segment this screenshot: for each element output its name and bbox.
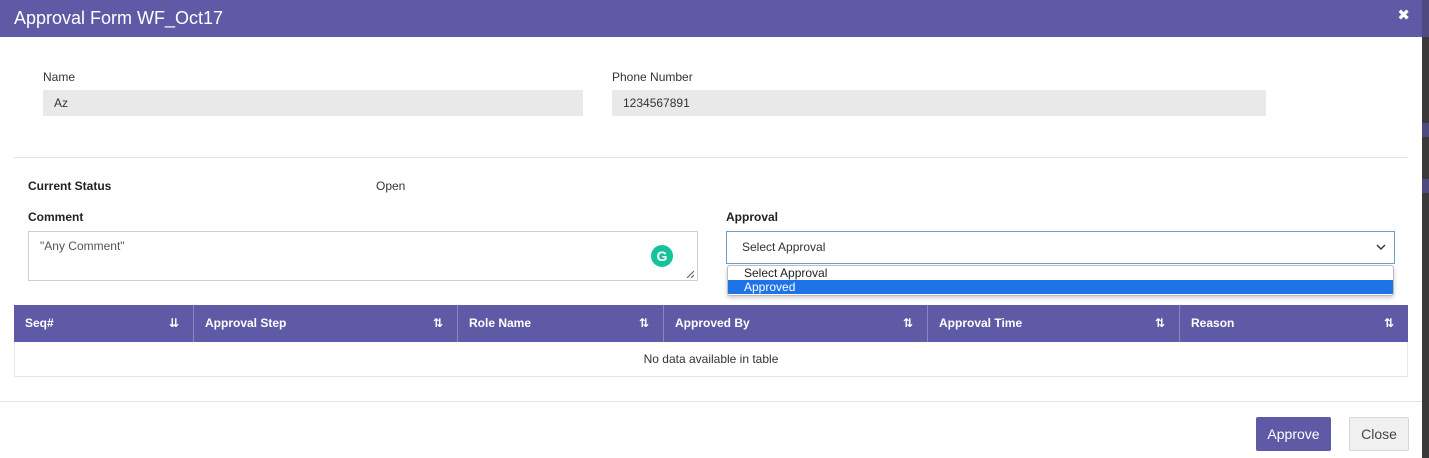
background-band (1422, 123, 1429, 137)
column-header-role-name[interactable]: Role Name ⇅ (458, 305, 664, 342)
column-header-approved-by[interactable]: Approved By ⇅ (664, 305, 928, 342)
column-header-reason[interactable]: Reason ⇅ (1180, 305, 1408, 342)
comment-label: Comment (28, 210, 84, 224)
name-label: Name (43, 70, 76, 84)
resize-handle-icon[interactable] (686, 270, 694, 278)
close-icon[interactable]: ✖ (1397, 6, 1410, 24)
approval-label: Approval (726, 210, 779, 224)
background-header-edge (1422, 0, 1429, 37)
background-band (1422, 179, 1429, 193)
dropdown-option-approved[interactable]: Approved (728, 280, 1393, 294)
sort-active-icon: ⇊ (168, 316, 179, 330)
phone-label: Phone Number (612, 70, 693, 84)
sort-icon: ⇅ (1154, 316, 1165, 330)
current-status-label: Current Status (28, 179, 112, 193)
name-field: Az (43, 90, 583, 116)
phone-field: 1234567891 (612, 90, 1266, 116)
current-status-value: Open (376, 179, 406, 193)
footer-divider (0, 401, 1422, 402)
column-header-approval-step[interactable]: Approval Step ⇅ (194, 305, 458, 342)
approval-dropdown-list: Select Approval Approved (727, 265, 1394, 296)
column-header-label: Approval Time (939, 316, 1023, 330)
approval-table-header: Seq# ⇊ Approval Step ⇅ Role Name ⇅ Appro… (14, 305, 1408, 342)
sort-icon: ⇅ (1383, 316, 1394, 330)
dropdown-option-select-approval[interactable]: Select Approval (728, 266, 1393, 280)
background-page-edge (1422, 0, 1429, 458)
comment-textarea[interactable]: "Any Comment" (28, 231, 698, 281)
column-header-seq[interactable]: Seq# ⇊ (14, 305, 194, 342)
section-divider (14, 157, 1408, 158)
grammarly-icon[interactable]: G (651, 245, 673, 267)
approval-select-value: Select Approval (742, 240, 826, 254)
sort-icon: ⇅ (432, 316, 443, 330)
modal-header: Approval Form WF_Oct17 ✖ (0, 0, 1422, 37)
column-header-approval-time[interactable]: Approval Time ⇅ (928, 305, 1180, 342)
approve-button[interactable]: Approve (1256, 417, 1331, 451)
table-empty-row: No data available in table (14, 342, 1408, 377)
column-header-label: Approval Step (205, 316, 287, 330)
column-header-label: Reason (1191, 316, 1235, 330)
column-header-label: Seq# (25, 316, 54, 330)
column-header-label: Approved By (675, 316, 750, 330)
column-header-label: Role Name (469, 316, 532, 330)
sort-icon: ⇅ (902, 316, 913, 330)
sort-icon: ⇅ (638, 316, 649, 330)
modal-title: Approval Form WF_Oct17 (14, 8, 224, 28)
chevron-down-icon (1376, 244, 1386, 250)
approval-select[interactable]: Select Approval (726, 231, 1395, 264)
approval-form-modal: Approval Form WF_Oct17 ✖ Name Az Phone N… (0, 0, 1422, 458)
close-button[interactable]: Close (1349, 417, 1409, 451)
